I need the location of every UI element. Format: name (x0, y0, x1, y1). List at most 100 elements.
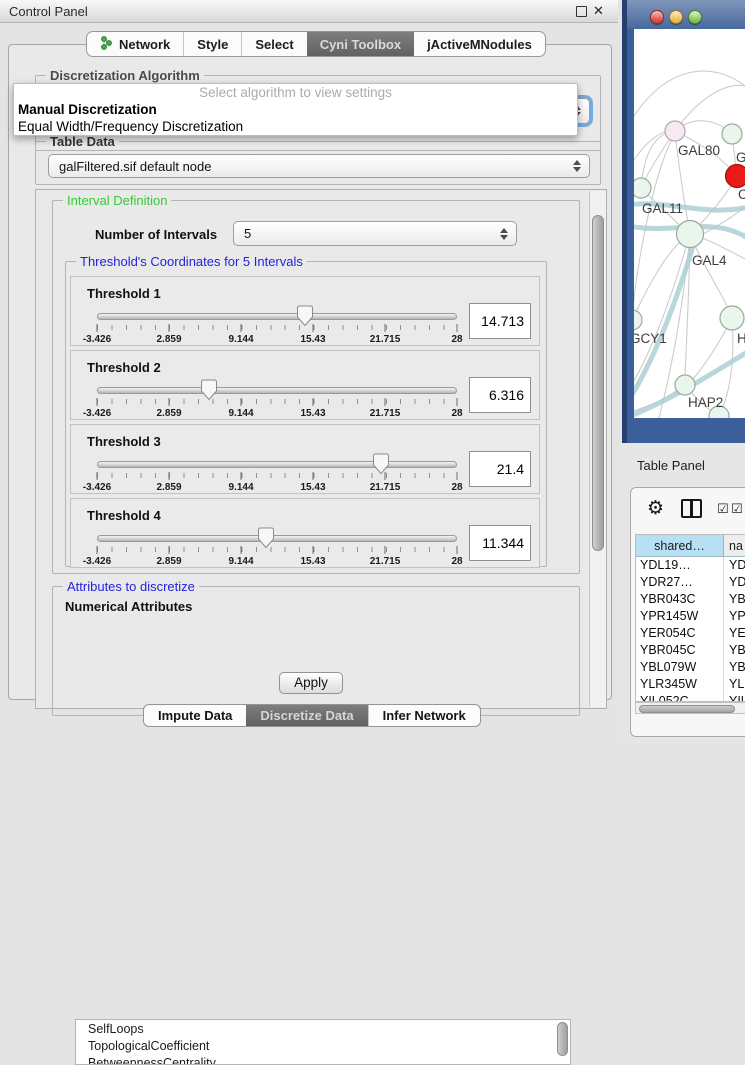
stepper-icon (500, 227, 509, 241)
gear-icon[interactable]: ⚙ (647, 497, 664, 520)
slider-scale-labels: -3.4262.8599.14415.4321.71528 (97, 334, 457, 346)
interval-definition-group: Interval Definition Number of Intervals … (52, 200, 580, 574)
scrollbar-thumb[interactable] (592, 215, 604, 551)
threshold-slider-track[interactable] (97, 461, 457, 468)
dropdown-option-manual[interactable]: Manual Discretization (14, 101, 577, 118)
node-table: shared… na YDL19…YDL1 YDR27…YDR2 YBR043C… (635, 534, 745, 702)
threshold-slider-thumb[interactable] (200, 379, 218, 401)
tab-impute-data[interactable]: Impute Data (144, 705, 246, 726)
threshold-row: Threshold 4 -3.4262.8599.14415.4321.7152… (70, 498, 540, 568)
interval-definition-title: Interval Definition (63, 193, 171, 208)
settings-vertical-scrollbar[interactable] (589, 191, 606, 707)
list-item[interactable]: SelfLoops (76, 1020, 570, 1037)
network-view-window: GAL80 GA GAL11 C GAL4 GCY1 H HAP2 (622, 0, 745, 443)
threshold-value-field[interactable]: 6.316 (469, 377, 531, 413)
attributes-group: Attributes to discretize Numerical Attri… (52, 586, 580, 716)
node-label-gal80: GAL80 (678, 143, 720, 158)
network-icon (100, 36, 113, 53)
threshold-slider-track[interactable] (97, 535, 457, 542)
algorithm-dropdown-popup: Select algorithm to view settings Manual… (13, 83, 578, 136)
threshold-slider-thumb[interactable] (372, 453, 390, 475)
threshold-label: Threshold 3 (87, 434, 161, 449)
node-label-partial-h: H (737, 331, 745, 346)
number-of-intervals-combobox[interactable]: 5 (233, 221, 517, 246)
float-window-icon[interactable] (576, 6, 587, 17)
threshold-row: Threshold 2 -3.4262.8599.14415.4321.7152… (70, 350, 540, 420)
close-traffic-light[interactable] (650, 10, 664, 24)
bottom-tab-bar: Impute Data Discretize Data Infer Networ… (143, 704, 481, 727)
threshold-slider-thumb[interactable] (296, 305, 314, 327)
column-header-name[interactable]: na (724, 535, 745, 556)
threshold-slider-thumb[interactable] (257, 527, 275, 549)
dropdown-option-equal-width[interactable]: Equal Width/Frequency Discretization (14, 118, 577, 135)
slider-ticks (97, 399, 457, 407)
table-row[interactable]: YPR145WYPR1 (636, 608, 745, 625)
table-row[interactable]: YDL19…YDL1 (636, 557, 745, 574)
table-row[interactable]: YBR045CYBR0 (636, 642, 745, 659)
tab-discretize-data[interactable]: Discretize Data (246, 705, 367, 726)
split-columns-icon[interactable] (681, 499, 702, 518)
table-row[interactable]: YBL079WYBL0 (636, 659, 745, 676)
table-row[interactable]: YBR043CYBR0 (636, 591, 745, 608)
numerical-attributes-list: SelfLoops TopologicalCoefficient Between… (75, 1019, 571, 1065)
column-header-shared[interactable]: shared… (636, 535, 724, 556)
slider-scale-labels: -3.4262.8599.14415.4321.71528 (97, 482, 457, 494)
tab-infer-network[interactable]: Infer Network (368, 705, 480, 726)
threshold-label: Threshold 1 (87, 286, 161, 301)
tab-cyni-toolbox[interactable]: Cyni Toolbox (307, 32, 414, 56)
table-row[interactable]: YER054CYER0 (636, 625, 745, 642)
threshold-slider-track[interactable] (97, 313, 457, 320)
network-canvas[interactable]: GAL80 GA GAL11 C GAL4 GCY1 H HAP2 (634, 29, 745, 418)
cyni-toolbox-panel: Discretization Algorithm Table Data galF… (8, 44, 612, 700)
threshold-value-field[interactable]: 21.4 (469, 451, 531, 487)
slider-ticks (97, 473, 457, 481)
list-scrollbar[interactable] (557, 1022, 568, 1056)
table-row[interactable]: YLR345WYLR3 (636, 676, 745, 693)
node-label-gal4: GAL4 (692, 253, 727, 268)
threshold-slider-track[interactable] (97, 387, 457, 394)
table-data-group: Table Data galFiltered.sif default node (35, 141, 601, 185)
table-data-combobox[interactable]: galFiltered.sif default node (48, 154, 590, 178)
stepper-icon (573, 159, 582, 173)
checkbox-icon[interactable]: ☑ (731, 501, 743, 517)
threshold-value-field[interactable]: 14.713 (469, 303, 531, 339)
numerical-attributes-label: Numerical Attributes (65, 599, 192, 614)
tab-style[interactable]: Style (183, 32, 241, 56)
settings-scrollpane: Interval Definition Number of Intervals … (35, 189, 607, 709)
number-of-intervals-value: 5 (244, 226, 251, 241)
apply-button[interactable]: Apply (279, 672, 343, 694)
list-item[interactable]: TopologicalCoefficient (76, 1037, 570, 1054)
table-data-title: Table Data (46, 134, 119, 149)
control-panel: Control Panel ✕ Network Style Select Cyn… (0, 0, 618, 745)
table-horizontal-scrollbar[interactable] (635, 702, 745, 714)
thresholds-group: Threshold's Coordinates for 5 Intervals … (65, 261, 547, 567)
window-frame-edge (622, 0, 627, 443)
tab-network[interactable]: Network (87, 32, 183, 56)
checkbox-icon[interactable]: ☑ (717, 501, 729, 517)
close-icon[interactable]: ✕ (593, 3, 604, 19)
tab-network-label: Network (119, 37, 170, 52)
slider-ticks (97, 325, 457, 333)
number-of-intervals-label: Number of Intervals (95, 227, 217, 242)
panel-title: Control Panel (9, 4, 88, 19)
tab-select[interactable]: Select (241, 32, 306, 56)
zoom-traffic-light[interactable] (688, 10, 702, 24)
threshold-value-field[interactable]: 11.344 (469, 525, 531, 561)
tab-jactivemnodules[interactable]: jActiveMNodules (414, 32, 545, 56)
minimize-traffic-light[interactable] (669, 10, 683, 24)
node-label-partial-c: C (738, 187, 745, 202)
table-toolbar: ⚙ ☑ ☑ (631, 488, 745, 532)
scrollbar-thumb[interactable] (639, 705, 735, 713)
table-panel: Table Panel ⚙ ☑ ☑ shared… na YDL19…YDL1 … (618, 443, 745, 745)
list-item[interactable]: BetweennessCentrality (76, 1054, 570, 1065)
slider-ticks (97, 547, 457, 555)
table-row[interactable]: YDR27…YDR2 (636, 574, 745, 591)
attributes-title: Attributes to discretize (63, 579, 199, 594)
top-tab-bar: Network Style Select Cyni Toolbox jActiv… (86, 31, 546, 57)
table-panel-frame: ⚙ ☑ ☑ shared… na YDL19…YDL1 YDR27…YDR2 Y… (630, 487, 745, 737)
table-row[interactable]: YIL052CYIL0 (636, 693, 745, 702)
dropdown-placeholder-item[interactable]: Select algorithm to view settings (14, 84, 577, 101)
slider-scale-labels: -3.4262.8599.14415.4321.71528 (97, 556, 457, 568)
network-window-titlebar[interactable] (627, 0, 745, 29)
discretization-algorithm-title: Discretization Algorithm (46, 68, 204, 83)
